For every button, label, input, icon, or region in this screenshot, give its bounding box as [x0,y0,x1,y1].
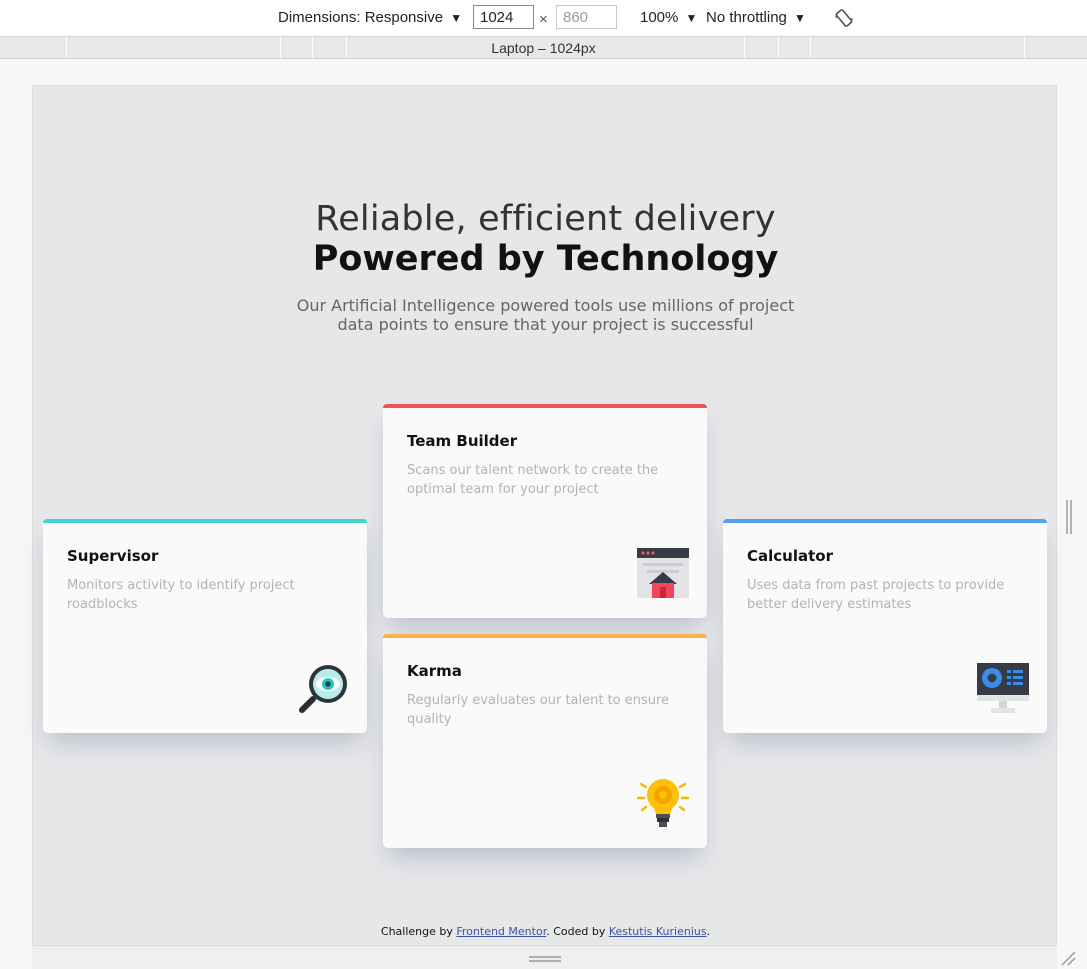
card-description: Monitors activity to identify project ro… [67,578,295,612]
caret-down-icon: ▼ [450,11,463,25]
attribution-footer: Challenge by Frontend Mentor. Coded by K… [33,925,1058,938]
dimension-separator: × [539,11,548,28]
caret-down-icon: ▼ [794,11,806,25]
throttling-dropdown[interactable]: No throttling ▼ [706,9,806,26]
magnifier-eye-icon [299,665,347,713]
browser-home-icon [637,548,689,598]
width-input[interactable]: 1024 [473,5,534,29]
dimensions-label: Dimensions: Responsive [278,9,444,26]
zoom-label: 100% [640,9,679,26]
footer-suffix: . [706,925,711,938]
hero-description: Our Artificial Intelligence powered tool… [296,296,795,334]
hero-heading: Powered by Technology [312,239,779,279]
corner-resize-handle[interactable] [1060,950,1076,966]
card-team-builder: Team Builder Scans our talent network to… [383,404,707,618]
rotate-icon[interactable] [834,8,854,28]
card-title: Karma [407,662,462,680]
hero-subheading: Reliable, efficient delivery [315,199,776,239]
card-accent-bar [383,634,707,638]
frontend-mentor-link[interactable]: Frontend Mentor [456,925,546,938]
card-accent-bar [43,519,367,523]
footer-prefix: Challenge by [380,925,457,938]
footer-middle: . Coded by [546,925,609,938]
card-description: Scans our talent network to create the o… [407,463,659,497]
dimensions-dropdown[interactable]: Dimensions: Responsive ▼ [278,9,462,26]
height-resize-handle[interactable] [529,956,561,962]
card-accent-bar [723,519,1047,523]
card-title: Calculator [747,547,833,565]
media-label: Laptop – 1024px [491,40,596,56]
author-link[interactable]: Kestutis Kurienius [609,925,707,938]
page-viewport: Reliable, efficient delivery Powered by … [32,85,1057,946]
card-supervisor: Supervisor Monitors activity to identify… [43,519,367,733]
card-title: Team Builder [407,432,518,450]
width-resize-handle[interactable] [1066,500,1072,534]
card-description: Regularly evaluates our talent to ensure… [407,693,670,727]
devtools-toolbar: Dimensions: Responsive ▼ 1024 × 860 100%… [0,0,1087,37]
caret-down-icon: ▼ [685,11,698,25]
lightbulb-icon [637,779,689,827]
card-accent-bar [383,404,707,408]
card-description: Uses data from past projects to provide … [747,578,1005,612]
card-calculator: Calculator Uses data from past projects … [723,519,1047,733]
card-karma: Karma Regularly evaluates our talent to … [383,634,707,848]
zoom-dropdown[interactable]: 100% ▼ [640,9,697,26]
card-title: Supervisor [67,547,159,565]
monitor-chart-icon [977,663,1029,713]
height-input[interactable]: 860 [556,5,617,29]
throttling-label: No throttling [706,9,787,26]
media-query-bar[interactable]: Laptop – 1024px [0,37,1087,59]
